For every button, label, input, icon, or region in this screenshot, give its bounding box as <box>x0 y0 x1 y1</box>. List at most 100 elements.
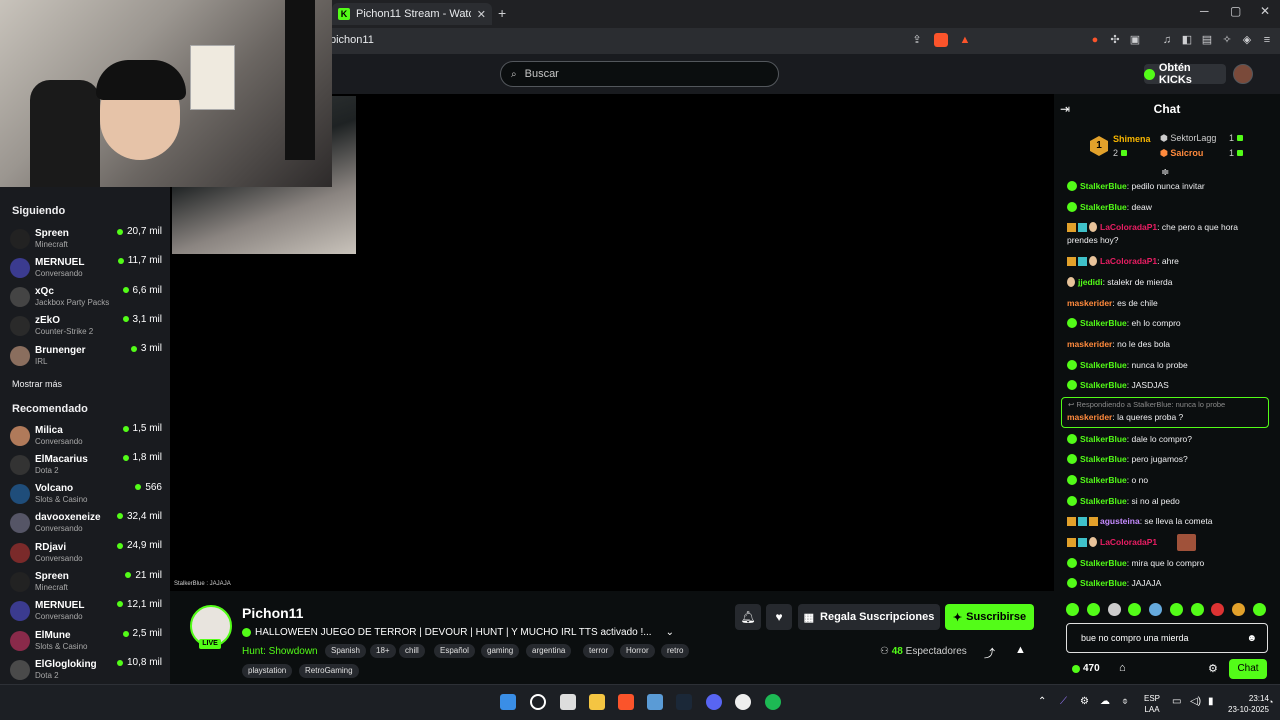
tray-mic-icon[interactable]: ⌽ <box>1122 696 1128 707</box>
discord-icon[interactable] <box>706 694 722 710</box>
tag-chip[interactable]: Spanish <box>325 644 366 658</box>
vpn-icon[interactable]: ◈ <box>1240 33 1254 47</box>
tray-app-icon[interactable]: ⟋ <box>1060 696 1067 707</box>
expand-leaderboard-icon[interactable]: ≑ <box>1161 167 1169 178</box>
leo-icon[interactable]: ✧ <box>1220 33 1234 47</box>
music-icon[interactable]: ♫ <box>1160 33 1174 47</box>
sidebar-channel[interactable]: MERNUEL Conversando 12,1 mil <box>10 597 162 626</box>
tray-cloud-icon[interactable]: ☁ <box>1100 696 1110 707</box>
chat-username[interactable]: LaColoradaP1 <box>1100 256 1157 266</box>
brave-shield-icon[interactable] <box>934 33 948 47</box>
follow-heart-button[interactable]: ♥ <box>766 604 792 630</box>
sidebar-channel[interactable]: ElGlogloking Dota 2 10,8 mil <box>10 655 162 684</box>
chat-username[interactable]: agusteina <box>1100 516 1140 526</box>
file-explorer-icon[interactable] <box>589 694 605 710</box>
sidebar-channel[interactable]: MERNUEL Conversando 11,7 mil <box>10 253 162 282</box>
tray-steam-icon[interactable]: ⚙ <box>1080 696 1089 707</box>
chat-username[interactable]: StalkerBlue <box>1080 558 1127 568</box>
sidebar-channel[interactable]: Milica Conversando 1,5 mil <box>10 421 162 450</box>
tag-chip[interactable]: terror <box>583 644 615 658</box>
notification-icon[interactable]: ◔ <box>1268 697 1273 707</box>
minimize-icon[interactable]: ─ <box>1200 4 1209 18</box>
url-text[interactable]: pichon11 <box>330 34 374 46</box>
sidebar-channel[interactable]: Spreen Minecraft 21 mil <box>10 568 162 597</box>
chevron-down-icon[interactable]: ⌄ <box>666 627 674 638</box>
menu-icon[interactable]: ≡ <box>1260 33 1274 47</box>
tag-chip[interactable]: retro <box>661 644 690 658</box>
spotify-icon[interactable] <box>765 694 781 710</box>
emote-icon[interactable] <box>1149 603 1163 616</box>
stream-category[interactable]: Hunt: Showdown <box>242 646 318 657</box>
emote-icon[interactable] <box>1128 603 1142 616</box>
emote-icon[interactable] <box>1232 603 1246 616</box>
emote-icon[interactable] <box>1107 603 1121 616</box>
brave-browser-icon[interactable] <box>618 694 634 710</box>
chat-username[interactable]: maskerider <box>1067 298 1112 308</box>
chat-settings-icon[interactable]: ⚙ <box>1208 662 1218 675</box>
steam-icon[interactable] <box>676 694 692 710</box>
maximize-icon[interactable]: ▢ <box>1230 4 1241 18</box>
chat-input[interactable]: bue no compro una mierda ☻ <box>1066 623 1268 653</box>
report-icon[interactable]: ▲ <box>1015 644 1026 656</box>
subscribe-button[interactable]: ✦ Suscribirse <box>945 604 1034 630</box>
leaderboard-first-name[interactable]: Shimena <box>1113 134 1151 144</box>
tag-chip[interactable]: Horror <box>620 644 655 658</box>
chat-username[interactable]: StalkerBlue <box>1080 578 1127 588</box>
extensions-icon[interactable]: ✣ <box>1108 33 1122 47</box>
tag-chip[interactable]: gaming <box>481 644 520 658</box>
share-icon[interactable]: ⇪ <box>910 33 924 47</box>
get-kicks-button[interactable]: Obtén KICKs <box>1144 62 1226 86</box>
gift-subs-button[interactable]: ▦ Regala Suscripciones <box>798 604 940 630</box>
channel-points[interactable]: 470 <box>1072 663 1100 674</box>
chat-username[interactable]: StalkerBlue <box>1080 360 1127 370</box>
sidebar-channel[interactable]: xQc Jackbox Party Packs 6,6 mil <box>10 283 162 312</box>
tag-chip[interactable]: 18+ <box>370 644 396 658</box>
profile-avatar[interactable] <box>1233 64 1253 84</box>
sidebar-channel[interactable]: ElMacarius Dota 2 1,8 mil <box>10 450 162 479</box>
tag-chip[interactable]: playstation <box>242 664 293 678</box>
chat-username[interactable]: StalkerBlue <box>1080 434 1127 444</box>
system-clock[interactable]: 23:14 23-10-2025 <box>1228 693 1269 715</box>
send-chat-button[interactable]: Chat <box>1229 659 1267 679</box>
photos-icon[interactable] <box>647 694 663 710</box>
collapse-chat-icon[interactable]: ⇥ <box>1060 102 1070 116</box>
chat-username[interactable]: StalkerBlue <box>1080 380 1127 390</box>
tab-close-icon[interactable]: ✕ <box>477 8 486 21</box>
tag-chip[interactable]: chill <box>399 644 425 658</box>
start-icon[interactable] <box>500 694 516 710</box>
emote-icon[interactable] <box>1211 603 1225 616</box>
emote-icon[interactable] <box>1086 603 1100 616</box>
chat-username[interactable]: StalkerBlue <box>1080 454 1127 464</box>
share-stream-icon[interactable]: ⤴ <box>984 645 995 661</box>
sidebar-channel[interactable]: RDjavi Conversando 24,9 mil <box>10 538 162 567</box>
tag-chip[interactable]: Español <box>434 644 475 658</box>
volume-icon[interactable]: ◁) <box>1190 696 1201 707</box>
sidebar-channel[interactable]: davooxeneize Conversando 32,4 mil <box>10 509 162 538</box>
screenshot-icon[interactable]: ▣ <box>1128 33 1142 47</box>
wallet-icon[interactable]: ▤ <box>1200 33 1214 47</box>
leaderboard-third[interactable]: ⬢ Saicrou <box>1160 148 1203 159</box>
emote-icon[interactable] <box>1066 603 1079 616</box>
search-input[interactable]: ⌕ Buscar <box>500 61 779 87</box>
notification-bell-button[interactable]: 🔔︎ <box>735 604 761 630</box>
brave-rewards-icon[interactable]: ▲ <box>958 33 972 47</box>
chat-username[interactable]: LaColoradaP1 <box>1100 537 1157 547</box>
network-icon[interactable]: ▭ <box>1172 696 1181 707</box>
chat-username[interactable]: StalkerBlue <box>1080 475 1127 485</box>
tag-chip[interactable]: RetroGaming <box>299 664 359 678</box>
obs-icon[interactable] <box>735 694 751 710</box>
chat-username[interactable]: LaColoradaP1 <box>1100 222 1157 232</box>
extension-fire-icon[interactable]: ● <box>1088 33 1102 47</box>
chat-username[interactable]: StalkerBlue <box>1080 202 1127 212</box>
emote-icon[interactable] <box>1252 603 1266 616</box>
sidebar-toggle-icon[interactable]: ◧ <box>1180 33 1194 47</box>
sidebar-channel[interactable]: ElMune Slots & Casino 2,5 mil <box>10 626 162 655</box>
new-tab-button[interactable]: + <box>498 5 506 21</box>
chat-username[interactable]: jjedidi <box>1078 277 1103 287</box>
emote-icon[interactable] <box>1190 603 1204 616</box>
chat-username[interactable]: maskerider <box>1067 412 1112 422</box>
sidebar-channel[interactable]: zEkO Counter-Strike 2 3,1 mil <box>10 312 162 341</box>
chat-username[interactable]: StalkerBlue <box>1080 496 1127 506</box>
chat-username[interactable]: StalkerBlue <box>1080 318 1127 328</box>
streamer-name[interactable]: Pichon11 <box>242 605 303 621</box>
